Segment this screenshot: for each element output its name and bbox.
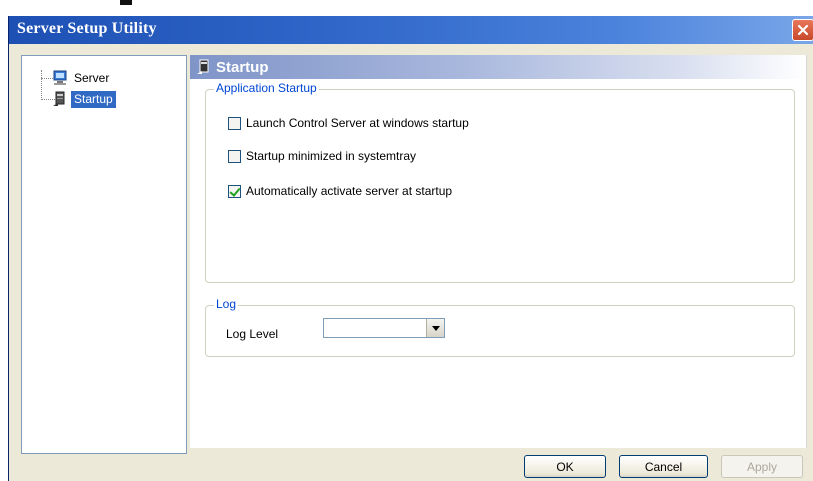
application-startup-group: Application Startup Launch Control Serve… [205, 81, 795, 283]
startup-minimized-option[interactable]: Startup minimized in systemtray [228, 149, 416, 163]
computer-icon [53, 70, 67, 85]
close-button[interactable] [792, 19, 813, 41]
group-legend: Log [214, 297, 239, 311]
cancel-button[interactable]: Cancel [619, 455, 708, 478]
launch-at-startup-option[interactable]: Launch Control Server at windows startup [228, 116, 469, 130]
log-group: Log Log Level [205, 297, 795, 357]
navigation-tree: Server Startup [21, 55, 187, 454]
tree-item-startup[interactable]: Startup [52, 89, 116, 109]
tree-connector [41, 70, 42, 100]
option-label: Automatically activate server at startup [246, 184, 453, 198]
close-icon [797, 24, 809, 36]
log-level-label: Log Level [226, 327, 279, 341]
auto-activate-checkbox[interactable] [228, 184, 241, 198]
panel-title: Startup [216, 58, 269, 76]
client-area: Server Startup Startup Application Start… [9, 44, 813, 481]
title-bar[interactable]: Server Setup Utility [9, 16, 813, 44]
auto-activate-option[interactable]: Automatically activate server at startup [228, 184, 452, 198]
tree-item-label: Startup [71, 90, 116, 108]
startup-icon [197, 59, 209, 74]
panel-header: Startup [190, 55, 806, 79]
tree-item-label: Server [74, 70, 110, 85]
tree-item-server[interactable]: Server [52, 68, 112, 88]
log-level-dropdown[interactable] [323, 318, 445, 338]
chevron-down-icon [431, 325, 440, 331]
dropdown-button[interactable] [426, 319, 444, 337]
top-fragment [120, 0, 132, 5]
apply-button[interactable]: Apply [721, 455, 803, 478]
launch-at-startup-checkbox[interactable] [228, 116, 241, 130]
startup-icon [53, 91, 65, 106]
ok-button[interactable]: OK [524, 455, 606, 478]
startup-minimized-checkbox[interactable] [228, 149, 241, 163]
dialog-window: Server Setup Utility Server Startup Star… [8, 16, 813, 481]
option-label: Startup minimized in systemtray [246, 149, 417, 163]
settings-panel: Startup Application Startup Launch Contr… [190, 55, 807, 448]
group-legend: Application Startup [214, 81, 319, 95]
option-label: Launch Control Server at windows startup [246, 116, 469, 130]
window-title: Server Setup Utility [17, 20, 157, 37]
